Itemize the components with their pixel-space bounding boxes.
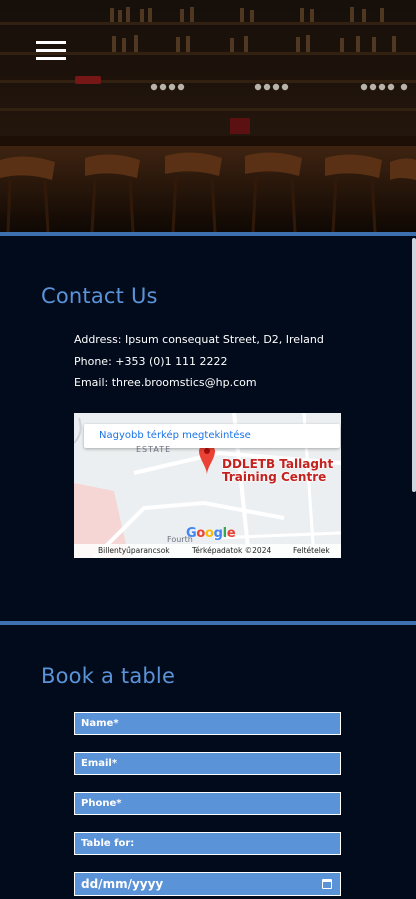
map-footer: Billentyűparancsok Térképadatok ©2024 Fe… (74, 544, 341, 558)
map-terms-link[interactable]: Feltételek (293, 546, 330, 555)
map-data-credit: Térképadatok ©2024 (192, 546, 272, 555)
contact-title: Contact Us (41, 284, 158, 308)
map-place-line2: Training Centre (222, 470, 327, 484)
scrollbar[interactable] (412, 238, 416, 492)
contact-email: Email: three.broomstics@hp.com (74, 376, 257, 389)
bar-photo (0, 0, 416, 232)
contact-address: Address: Ipsum consequat Street, D2, Ire… (74, 333, 324, 346)
table-size-input[interactable]: Table for: (74, 832, 341, 855)
map-estate-label: ESTATE (136, 445, 172, 454)
calendar-icon[interactable] (322, 879, 332, 889)
contact-phone: Phone: +353 (0)1 111 2222 (74, 355, 228, 368)
section-divider (0, 621, 416, 625)
date-input[interactable]: dd/mm/yyyy (74, 872, 341, 896)
larger-map-link[interactable]: Nagyobb térkép megtekintése (84, 424, 340, 448)
hero-banner (0, 0, 416, 232)
email-input[interactable]: Email* (74, 752, 341, 775)
map-embed[interactable]: Nagyobb térkép megtekintése ESTATE DDLET… (74, 413, 341, 558)
map-place-label: DDLETB Tallaght Training Centre (222, 458, 333, 484)
phone-input[interactable]: Phone* (74, 792, 341, 815)
name-input[interactable]: Name* (74, 712, 341, 735)
hamburger-menu-icon[interactable] (36, 38, 68, 64)
google-logo: Google (186, 526, 236, 541)
booking-title: Book a table (41, 664, 176, 688)
hero-divider (0, 232, 416, 236)
date-placeholder: dd/mm/yyyy (81, 877, 164, 891)
map-keyboard-shortcuts[interactable]: Billentyűparancsok (98, 546, 170, 555)
